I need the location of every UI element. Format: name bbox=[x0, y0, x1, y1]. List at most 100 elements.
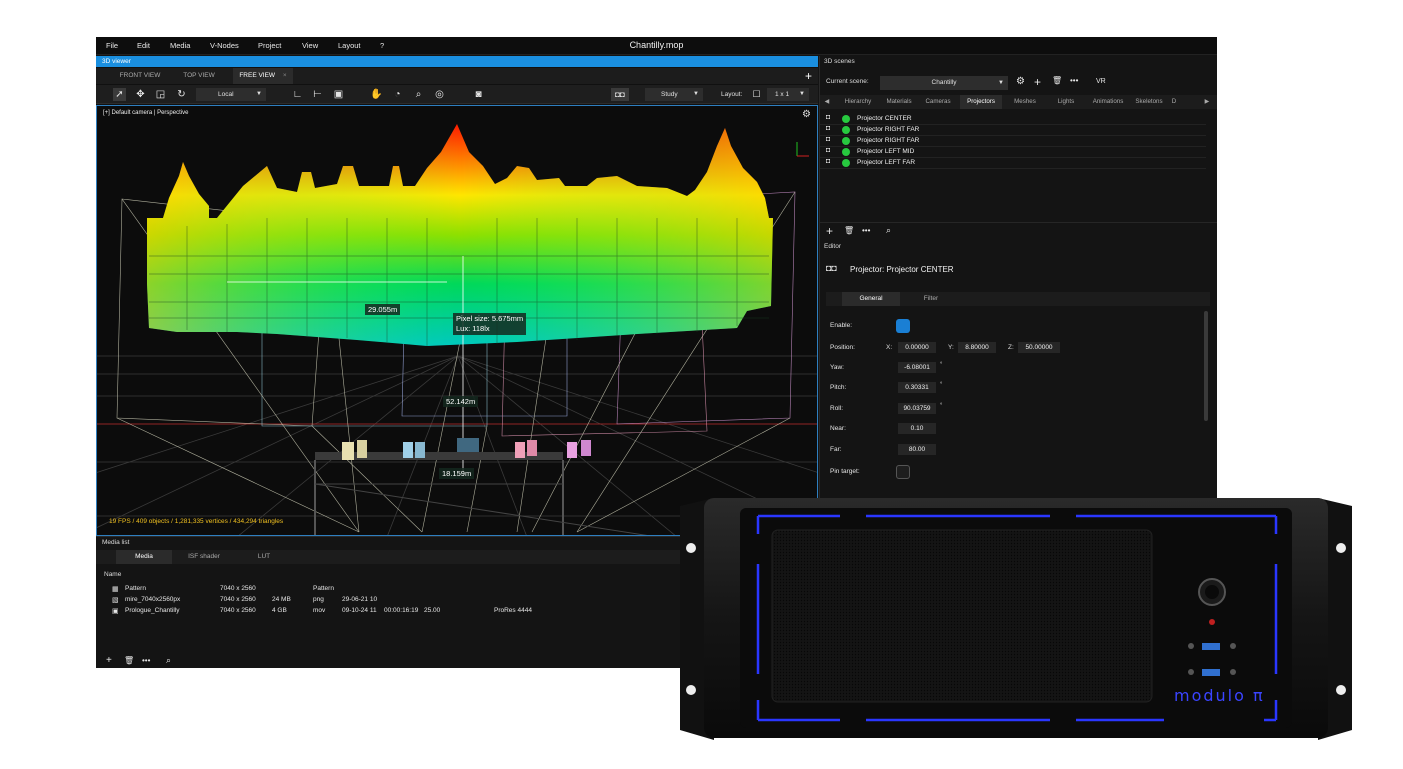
orbit-icon[interactable]: ◔ bbox=[391, 88, 404, 101]
trash-icon[interactable]: 🗑 bbox=[1052, 76, 1062, 85]
tab-animations[interactable]: Animations bbox=[1086, 95, 1130, 109]
study-dropdown[interactable]: Study ▼ bbox=[645, 88, 703, 101]
list-item[interactable]: ◘ Projector RIGHT FAR bbox=[820, 136, 1206, 147]
status-on-icon[interactable] bbox=[842, 115, 850, 123]
tab-free-view[interactable]: FREE VIEW × bbox=[233, 68, 293, 84]
vr-headset-icon[interactable]: ◘◘ bbox=[611, 88, 629, 101]
zoom-icon[interactable]: ⌕ bbox=[412, 88, 425, 101]
tab-media[interactable]: Media bbox=[116, 550, 172, 564]
add-icon[interactable]: + bbox=[1034, 75, 1041, 89]
media-size: 4 GB bbox=[272, 607, 287, 614]
tabs-scroll-right-icon[interactable]: ▶ bbox=[1202, 95, 1212, 109]
status-on-icon[interactable] bbox=[842, 126, 850, 134]
search-icon[interactable]: ⌕ bbox=[166, 655, 171, 666]
measure-distance-icon[interactable]: ⊢ bbox=[311, 88, 324, 101]
pin-target-checkbox[interactable] bbox=[896, 465, 910, 479]
add-icon[interactable]: + bbox=[106, 655, 112, 666]
list-item[interactable]: ◘ Projector CENTER bbox=[820, 114, 1206, 125]
3d-viewport[interactable]: [+] Default camera | Perspective ⚙ 29.05… bbox=[96, 105, 818, 536]
tab-cameras[interactable]: Cameras bbox=[920, 95, 956, 109]
list-item[interactable]: ◘ Projector LEFT MID bbox=[820, 147, 1206, 158]
chevron-down-icon: ▼ bbox=[693, 91, 699, 97]
status-on-icon[interactable] bbox=[842, 159, 850, 167]
video-icon: ▣ bbox=[112, 608, 119, 615]
add-tab-button[interactable]: + bbox=[805, 68, 812, 84]
layout-square-icon[interactable]: ☐ bbox=[750, 88, 763, 101]
tab-isf-shader[interactable]: ISF shader bbox=[174, 550, 234, 564]
position-x-field[interactable]: 0.00000 bbox=[898, 342, 936, 353]
column-name-header[interactable]: Name bbox=[104, 571, 121, 578]
menu-help[interactable]: ? bbox=[380, 41, 384, 50]
vr-button[interactable]: VR bbox=[1096, 78, 1106, 85]
camera-label[interactable]: [+] Default camera | Perspective bbox=[103, 110, 188, 116]
media-name: Pattern bbox=[125, 585, 146, 592]
tab-projectors[interactable]: Projectors bbox=[960, 95, 1002, 109]
measure-angle-icon[interactable]: ∟ bbox=[291, 88, 304, 101]
menu-project[interactable]: Project bbox=[258, 41, 281, 50]
more-icon[interactable]: ••• bbox=[142, 656, 150, 665]
space-dropdown[interactable]: Local ▼ bbox=[196, 88, 266, 101]
pixel-info-tooltip: Pixel size: 5.675mm Lux: 118lx bbox=[453, 313, 527, 335]
close-icon[interactable]: × bbox=[283, 72, 287, 79]
yaw-field[interactable]: -6.08001 bbox=[898, 362, 936, 373]
scale-icon[interactable]: ◲ bbox=[154, 88, 167, 101]
roll-field[interactable]: 90.03759 bbox=[898, 403, 936, 414]
x-label: X: bbox=[886, 344, 893, 351]
list-item[interactable]: ◘ Projector LEFT FAR bbox=[820, 158, 1206, 169]
tab-skeletons[interactable]: Skeletons bbox=[1130, 95, 1168, 109]
pan-hand-icon[interactable]: ✋ bbox=[370, 88, 383, 101]
camera-icon[interactable]: ◙ bbox=[472, 88, 485, 101]
tab-more[interactable]: D bbox=[1170, 95, 1178, 109]
menu-edit[interactable]: Edit bbox=[137, 41, 150, 50]
position-z-field[interactable]: 50.00000 bbox=[1018, 342, 1060, 353]
pitch-label: Pitch: bbox=[830, 384, 847, 391]
layout-dropdown[interactable]: 1 x 1 ▼ bbox=[767, 88, 809, 101]
media-date: 29-06-21 10 bbox=[342, 596, 378, 603]
tab-hierarchy[interactable]: Hierarchy bbox=[838, 95, 878, 109]
menu-media[interactable]: Media bbox=[170, 41, 190, 50]
projector-icon: ◘ bbox=[826, 114, 831, 121]
menu-layout[interactable]: Layout bbox=[338, 41, 361, 50]
add-icon[interactable]: + bbox=[826, 224, 833, 238]
status-on-icon[interactable] bbox=[842, 137, 850, 145]
editor-scrollbar[interactable] bbox=[1204, 311, 1208, 421]
rotate-icon[interactable]: ↻ bbox=[175, 88, 188, 101]
text-annotation-icon[interactable]: ▣ bbox=[332, 88, 345, 101]
tab-lut[interactable]: LUT bbox=[236, 550, 292, 564]
current-scene-dropdown[interactable]: Chantilly ▼ bbox=[880, 76, 1008, 90]
focus-icon[interactable]: ◎ bbox=[433, 88, 446, 101]
select-cursor-icon[interactable]: ➚ bbox=[113, 88, 126, 101]
tab-front-view[interactable]: FRONT VIEW bbox=[108, 68, 172, 84]
media-fps: 25.00 bbox=[424, 607, 441, 614]
tab-lights[interactable]: Lights bbox=[1048, 95, 1084, 109]
pitch-field[interactable]: 0.30331 bbox=[898, 382, 936, 393]
menu-view[interactable]: View bbox=[302, 41, 318, 50]
tab-top-view[interactable]: TOP VIEW bbox=[172, 68, 226, 84]
trash-icon[interactable]: 🗑 bbox=[124, 656, 134, 665]
menu-vnodes[interactable]: V-Nodes bbox=[210, 41, 239, 50]
gear-icon[interactable]: ⚙ bbox=[1016, 76, 1025, 87]
more-icon[interactable]: ••• bbox=[862, 226, 870, 235]
media-type: Pattern bbox=[313, 585, 334, 592]
tabs-scroll-left-icon[interactable]: ◀ bbox=[822, 95, 832, 109]
enable-checkbox[interactable] bbox=[896, 319, 910, 333]
tab-filter[interactable]: Filter bbox=[902, 292, 960, 306]
measure-label-2: 52.142m bbox=[443, 396, 479, 407]
position-y-field[interactable]: 8.80000 bbox=[958, 342, 996, 353]
search-icon[interactable]: ⌕ bbox=[886, 225, 891, 236]
tab-meshes[interactable]: Meshes bbox=[1006, 95, 1044, 109]
trash-icon[interactable]: 🗑 bbox=[844, 226, 854, 235]
tab-general[interactable]: General bbox=[842, 292, 900, 306]
viewer-header: 3D viewer bbox=[96, 56, 818, 67]
far-label: Far: bbox=[830, 446, 842, 453]
menu-file[interactable]: File bbox=[106, 41, 118, 50]
status-on-icon[interactable] bbox=[842, 148, 850, 156]
menu-bar: File Edit Media V-Nodes Project View Lay… bbox=[96, 37, 1217, 55]
far-field[interactable]: 80.00 bbox=[898, 444, 936, 455]
list-item[interactable]: ◘ Projector RIGHT FAR bbox=[820, 125, 1206, 136]
more-icon[interactable]: ••• bbox=[1070, 76, 1078, 85]
near-field[interactable]: 0.10 bbox=[898, 423, 936, 434]
viewport-settings-gear-icon[interactable]: ⚙ bbox=[802, 109, 811, 120]
move-icon[interactable]: ✥ bbox=[134, 88, 147, 101]
tab-materials[interactable]: Materials bbox=[880, 95, 918, 109]
